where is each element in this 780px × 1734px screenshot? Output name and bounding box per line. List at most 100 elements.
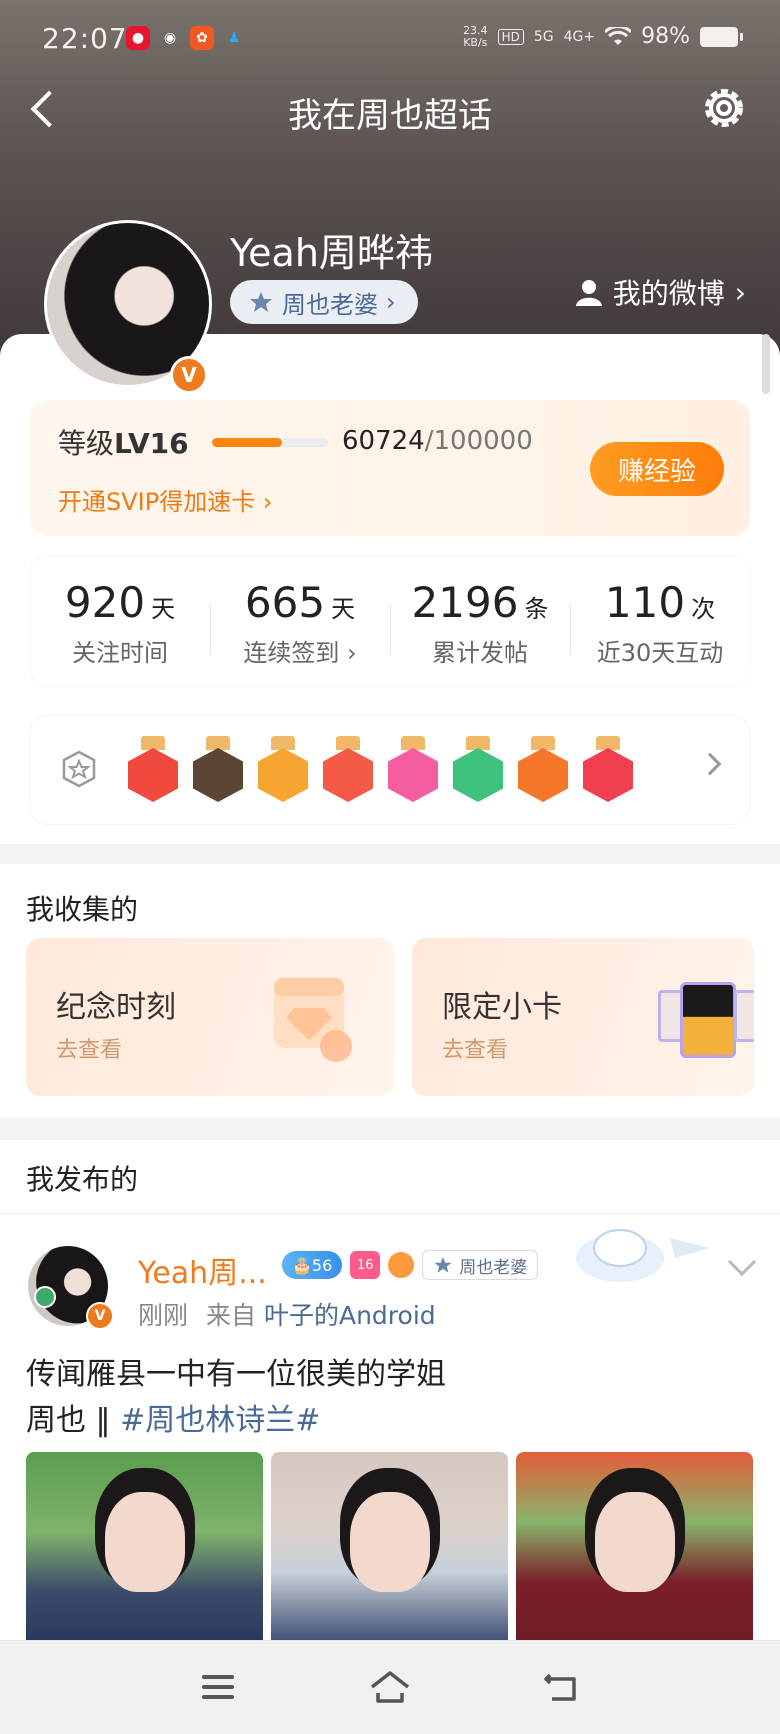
- collection-card-limited-cards[interactable]: 限定小卡 去查看: [412, 938, 754, 1096]
- stat-unit: 条: [524, 595, 549, 623]
- fox-badge-icon[interactable]: [128, 736, 178, 802]
- weibo-app-icon: ●: [126, 26, 150, 50]
- badge-wall[interactable]: [30, 716, 750, 824]
- post-topic-link[interactable]: #周也林诗兰#: [120, 1403, 320, 1438]
- chevron-down-icon[interactable]: [727, 1247, 757, 1277]
- settings-gear-icon[interactable]: [698, 82, 750, 134]
- stat-value: 2196: [411, 578, 519, 627]
- fan-level-value: 56: [311, 1255, 333, 1275]
- hd-icon: HD: [497, 28, 524, 45]
- status-bar: 22:07 ● ◉ ✿ ♟ 23.4 KB/s HD 5G 4G+ 98%: [0, 22, 780, 58]
- collection-card-link: 去查看: [442, 1038, 509, 1063]
- star-title-icon: [434, 1257, 452, 1273]
- stat-label: 近30天互动: [596, 639, 724, 667]
- checkmark-icon: [34, 1286, 56, 1308]
- status-indicators: 23.4 KB/s HD 5G 4G+ 98%: [463, 24, 743, 49]
- published-section: 我发布的 V Yeah周... 🎂 56 16 周也老婆 刚刚 来自 叶子的And…: [0, 1140, 780, 1652]
- photo-card-stack-icon: [658, 982, 754, 1058]
- title-tag[interactable]: 周也老婆 ›: [230, 280, 418, 324]
- notification-icons: ● ◉ ✿ ♟: [126, 26, 246, 50]
- stat-value: 665: [244, 578, 326, 627]
- badge-list: [128, 736, 684, 808]
- home-icon[interactable]: [368, 1667, 412, 1707]
- calendar-gem-icon: [274, 978, 352, 1062]
- fan-info-panel: 等级LV16 60724/100000 开通SVIP得加速卡 › 赚经验 920…: [0, 334, 780, 844]
- my-weibo-link[interactable]: 我的微博 ›: [575, 272, 746, 312]
- post-author-tags: 🎂 56 16 周也老婆: [282, 1250, 539, 1280]
- back-nav-icon[interactable]: [540, 1667, 584, 1707]
- wifi-icon: [605, 26, 632, 45]
- stat-checkin-days[interactable]: 665 天 连续签到 ›: [210, 556, 390, 686]
- post-title-tag-label: 周也老婆: [459, 1257, 528, 1278]
- post-text: 传闻雁县一中有一位很美的学姐 周也 ‖ #周也林诗兰#: [26, 1352, 446, 1444]
- signal-5g-icon: 5G: [533, 28, 554, 45]
- post-text-line: 周也 ‖: [26, 1403, 121, 1438]
- crown-badge-icon[interactable]: [258, 736, 308, 802]
- network-speed: 23.4 KB/s: [463, 24, 488, 49]
- chevron-right-icon: ›: [734, 275, 746, 309]
- stat-value: 110: [604, 578, 686, 627]
- published-header: 我发布的: [0, 1140, 780, 1214]
- post-image[interactable]: [271, 1452, 508, 1652]
- gem-level-tag[interactable]: 16: [350, 1251, 381, 1279]
- section-title-collected: 我收集的: [26, 893, 139, 926]
- post-meta: 刚刚 来自 叶子的Android: [138, 1296, 436, 1332]
- earn-exp-button[interactable]: 赚经验: [590, 442, 724, 496]
- hand-badge-icon[interactable]: [453, 736, 503, 802]
- level-value: LV16: [114, 427, 189, 460]
- level-progress-fill: [212, 438, 283, 447]
- super-crown-badge-icon[interactable]: [193, 736, 243, 802]
- post-image[interactable]: [26, 1452, 263, 1652]
- scrollbar[interactable]: [762, 334, 770, 394]
- badge-collection-icon: [62, 750, 96, 788]
- stat-total-posts: 2196 条 累计发帖: [390, 556, 570, 686]
- verified-badge-icon: V: [170, 356, 208, 394]
- svip-link[interactable]: 开通SVIP得加速卡 ›: [58, 482, 272, 517]
- page-title: 我在周也超话: [288, 96, 492, 136]
- svip-link-label: 开通SVIP得加速卡: [58, 488, 256, 516]
- menu-icon[interactable]: [196, 1667, 240, 1707]
- level-card: 等级LV16 60724/100000 开通SVIP得加速卡 › 赚经验: [30, 400, 750, 536]
- stats-row: 920 天 关注时间 665 天 连续签到 › 2196 条 累计发帖 110 次 近3…: [30, 556, 750, 686]
- qq-app-icon: ♟: [227, 30, 241, 46]
- fan-face-icon[interactable]: [388, 1252, 415, 1278]
- stat-unit: 天: [151, 595, 176, 623]
- profile-avatar-container[interactable]: V: [44, 220, 212, 394]
- verified-badge-icon: V: [86, 1302, 114, 1330]
- post-image[interactable]: [516, 1452, 753, 1652]
- system-nav-bar: [0, 1640, 780, 1734]
- username: Yeah周晔祎: [230, 231, 433, 275]
- post-author-avatar[interactable]: V: [28, 1246, 114, 1330]
- exp-max: /100000: [424, 426, 533, 456]
- post-author-name[interactable]: Yeah周...: [138, 1248, 267, 1292]
- collection-card-title: 限定小卡: [442, 990, 562, 1025]
- cat-badge-icon[interactable]: [323, 736, 373, 802]
- collected-section: 我收集的 纪念时刻 去查看 限定小卡 去查看: [0, 864, 780, 1118]
- level-label: 等级LV16: [58, 422, 189, 462]
- trophy-badge-icon[interactable]: [583, 736, 633, 802]
- user-icon: [575, 280, 602, 306]
- cake-icon: 🎂: [292, 1255, 312, 1275]
- post-title-tag[interactable]: 周也老婆: [422, 1250, 539, 1280]
- wechat-app-icon: ◉: [163, 30, 177, 46]
- collection-card-moments[interactable]: 纪念时刻 去查看: [26, 938, 394, 1096]
- network-speed-unit: KB/s: [463, 35, 488, 49]
- xiaohongshu-app-icon: ✿: [190, 26, 214, 50]
- battery-icon: [700, 26, 743, 47]
- stat-interactions-30d: 110 次 近30天互动: [570, 556, 750, 686]
- chevron-right-icon: ›: [262, 488, 273, 516]
- fan-level-tag[interactable]: 🎂 56: [282, 1251, 343, 1279]
- post-text-line: 传闻雁县一中有一位很美的学姐: [26, 1357, 446, 1392]
- chevron-right-icon: ›: [386, 288, 396, 316]
- 100-days-badge-icon[interactable]: [518, 736, 568, 802]
- stat-label-text: 连续签到: [243, 639, 340, 667]
- post-image-grid: [26, 1452, 753, 1652]
- chevron-right-icon[interactable]: [698, 752, 722, 776]
- post-source[interactable]: 叶子的Android: [264, 1301, 436, 1330]
- stat-follow-days: 920 天 关注时间: [30, 556, 210, 686]
- lv16-badge-icon[interactable]: [388, 736, 438, 802]
- post-from-label: 来自: [206, 1301, 257, 1330]
- stat-label: 累计发帖: [432, 639, 528, 667]
- star-title-icon: [250, 292, 272, 312]
- stat-value: 920: [64, 578, 146, 627]
